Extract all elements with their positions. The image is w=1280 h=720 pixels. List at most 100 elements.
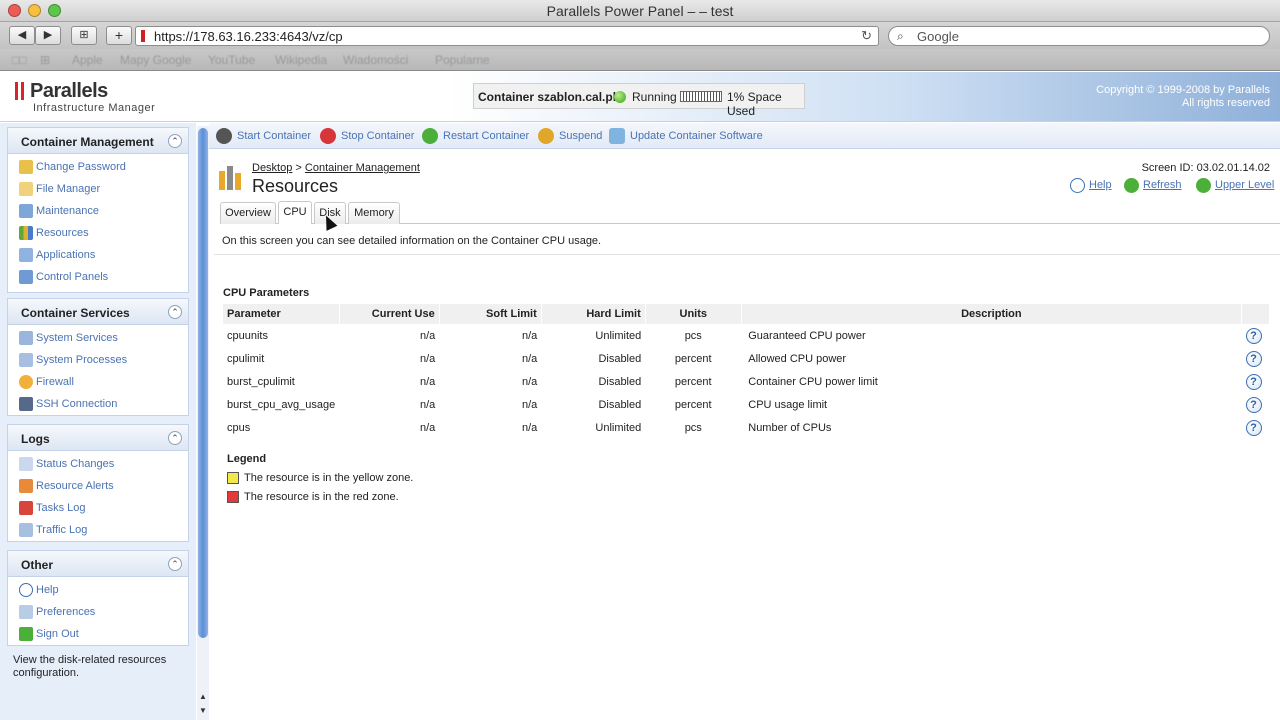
table-row: burst_cpulimit n/a n/a Disabled percent … <box>223 370 1270 393</box>
tab-overview[interactable]: Overview <box>220 202 276 224</box>
collapse-icon[interactable]: ⌃ <box>168 557 182 571</box>
search-placeholder: Google <box>917 29 959 44</box>
bookmark-item[interactable]: YouTube <box>208 53 255 67</box>
reload-icon[interactable]: ↻ <box>861 28 872 44</box>
window-title: Parallels Power Panel – – test <box>546 3 734 19</box>
sidebar-item-firewall[interactable]: Firewall <box>8 371 188 393</box>
sidebar-item-help[interactable]: Help <box>8 579 188 601</box>
space-used: 1% Space Used <box>727 90 782 118</box>
breadcrumb-container-management-link[interactable]: Container Management <box>305 162 420 174</box>
key-icon <box>19 160 33 174</box>
disk-meter-icon <box>680 91 722 102</box>
bookmark-item[interactable]: Wikipedia <box>275 53 327 67</box>
panel-container-services: Container Services ⌃ System Services Sys… <box>7 298 189 416</box>
applications-icon <box>19 248 33 262</box>
resources-page-icon <box>219 166 241 190</box>
top-sites-button[interactable]: ⊞ <box>71 26 97 45</box>
tab-cpu[interactable]: CPU <box>278 201 312 224</box>
help-icon <box>19 583 33 597</box>
close-window-button[interactable] <box>8 4 21 17</box>
app-header: Parallels Infrastructure Manager Contain… <box>0 72 1280 122</box>
processes-icon <box>19 353 33 367</box>
scroll-down-arrow-icon[interactable]: ▼ <box>199 706 207 715</box>
tasks-log-icon <box>19 501 33 515</box>
tab-memory[interactable]: Memory <box>348 202 400 224</box>
cpu-parameters-table: Parameter Current Use Soft Limit Hard Li… <box>223 304 1270 439</box>
control-panels-icon <box>19 270 33 284</box>
sidebar-item-change-password[interactable]: Change Password <box>8 156 188 178</box>
column-header: Soft Limit <box>439 304 542 324</box>
help-icon[interactable]: ? <box>1245 350 1262 367</box>
back-button[interactable]: ◀ <box>9 26 35 45</box>
logo-name: Parallels <box>30 80 108 102</box>
sidebar-item-tasks-log[interactable]: Tasks Log <box>8 497 188 519</box>
collapse-icon[interactable]: ⌃ <box>168 431 182 445</box>
sidebar-item-sign-out[interactable]: Sign Out <box>8 623 188 645</box>
sidebar-item-applications[interactable]: Applications <box>8 244 188 266</box>
status-text: Running <box>632 90 677 104</box>
scrollbar-thumb[interactable] <box>198 128 208 638</box>
sidebar-item-traffic-log[interactable]: Traffic Log <box>8 519 188 541</box>
stop-icon <box>320 128 336 144</box>
search-input[interactable]: ⌕ Google <box>888 26 1270 46</box>
bookmarks-bar: □□ ⊞ Apple Mapy Google YouTube Wikipedia… <box>0 49 1280 71</box>
minimize-window-button[interactable] <box>28 4 41 17</box>
column-header: Description <box>741 304 1243 324</box>
table-row: cpulimit n/a n/a Disabled percent Allowe… <box>223 347 1270 370</box>
collapse-icon[interactable]: ⌃ <box>168 305 182 319</box>
help-icon[interactable]: ? <box>1245 419 1262 436</box>
column-header <box>1241 304 1270 324</box>
context-hint: View the disk-related resources configur… <box>13 654 167 679</box>
sidebar-item-system-services[interactable]: System Services <box>8 327 188 349</box>
sidebar-item-preferences[interactable]: Preferences <box>8 601 188 623</box>
sidebar-scrollbar[interactable]: ▲ ▼ <box>197 126 209 720</box>
forward-button[interactable]: ▶ <box>35 26 61 45</box>
address-bar[interactable]: https://178.63.16.233:4643/vz/cp ↻ <box>135 26 879 46</box>
sidebar-item-resources[interactable]: Resources <box>8 222 188 244</box>
sidebar-item-control-panels[interactable]: Control Panels <box>8 266 188 288</box>
address-url: https://178.63.16.233:4643/vz/cp <box>154 29 343 44</box>
help-icon[interactable]: ? <box>1245 327 1262 344</box>
scroll-up-arrow-icon[interactable]: ▲ <box>199 692 207 701</box>
breadcrumb-desktop-link[interactable]: Desktop <box>252 162 292 174</box>
sign-out-icon <box>19 627 33 641</box>
page-title: Resources <box>252 176 339 196</box>
search-icon: ⌕ <box>897 29 904 43</box>
browser-toolbar: ◀ ▶ ⊞ + https://178.63.16.233:4643/vz/cp… <box>0 22 1280 49</box>
help-icon <box>1070 178 1085 193</box>
help-icon[interactable]: ? <box>1245 396 1262 413</box>
sidebar-item-file-manager[interactable]: File Manager <box>8 178 188 200</box>
reading-list-icon[interactable]: □□ <box>12 53 27 67</box>
status-log-icon <box>19 457 33 471</box>
legend-title: Legend <box>227 453 267 465</box>
running-status-icon <box>614 91 626 103</box>
update-icon <box>609 128 625 144</box>
page-tool-links: Help Refresh Upper Level <box>1070 178 1274 194</box>
column-header: Hard Limit <box>541 304 646 324</box>
bookmark-item[interactable]: Wiadomości <box>343 53 408 67</box>
parallels-favicon-icon <box>141 30 145 42</box>
sidebar-item-status-changes[interactable]: Status Changes <box>8 453 188 475</box>
bookmark-item[interactable]: Popularne <box>435 53 490 67</box>
grid-icon[interactable]: ⊞ <box>40 53 50 67</box>
sidebar-item-resource-alerts[interactable]: Resource Alerts <box>8 475 188 497</box>
screen-id: Screen ID: 03.02.01.14.02 <box>1141 162 1270 174</box>
column-header: Parameter <box>223 304 340 324</box>
collapse-icon[interactable]: ⌃ <box>168 134 182 148</box>
table-row: cpus n/a n/a Unlimited pcs Number of CPU… <box>223 416 1270 439</box>
bookmark-item[interactable]: Apple <box>72 53 103 67</box>
zoom-window-button[interactable] <box>48 4 61 17</box>
window-controls <box>8 4 61 17</box>
breadcrumb: Desktop > Container Management <box>252 162 420 174</box>
services-icon <box>19 331 33 345</box>
sidebar-item-ssh-connection[interactable]: SSH Connection <box>8 393 188 415</box>
resources-chart-icon <box>19 226 33 240</box>
sidebar-item-maintenance[interactable]: Maintenance <box>8 200 188 222</box>
suspend-icon <box>538 128 554 144</box>
preferences-icon <box>19 605 33 619</box>
bookmark-item[interactable]: Mapy Google <box>120 53 191 67</box>
help-icon[interactable]: ? <box>1245 373 1262 390</box>
add-bookmark-button[interactable]: + <box>106 26 132 45</box>
sidebar-item-system-processes[interactable]: System Processes <box>8 349 188 371</box>
page-description: On this screen you can see detailed info… <box>222 235 602 247</box>
